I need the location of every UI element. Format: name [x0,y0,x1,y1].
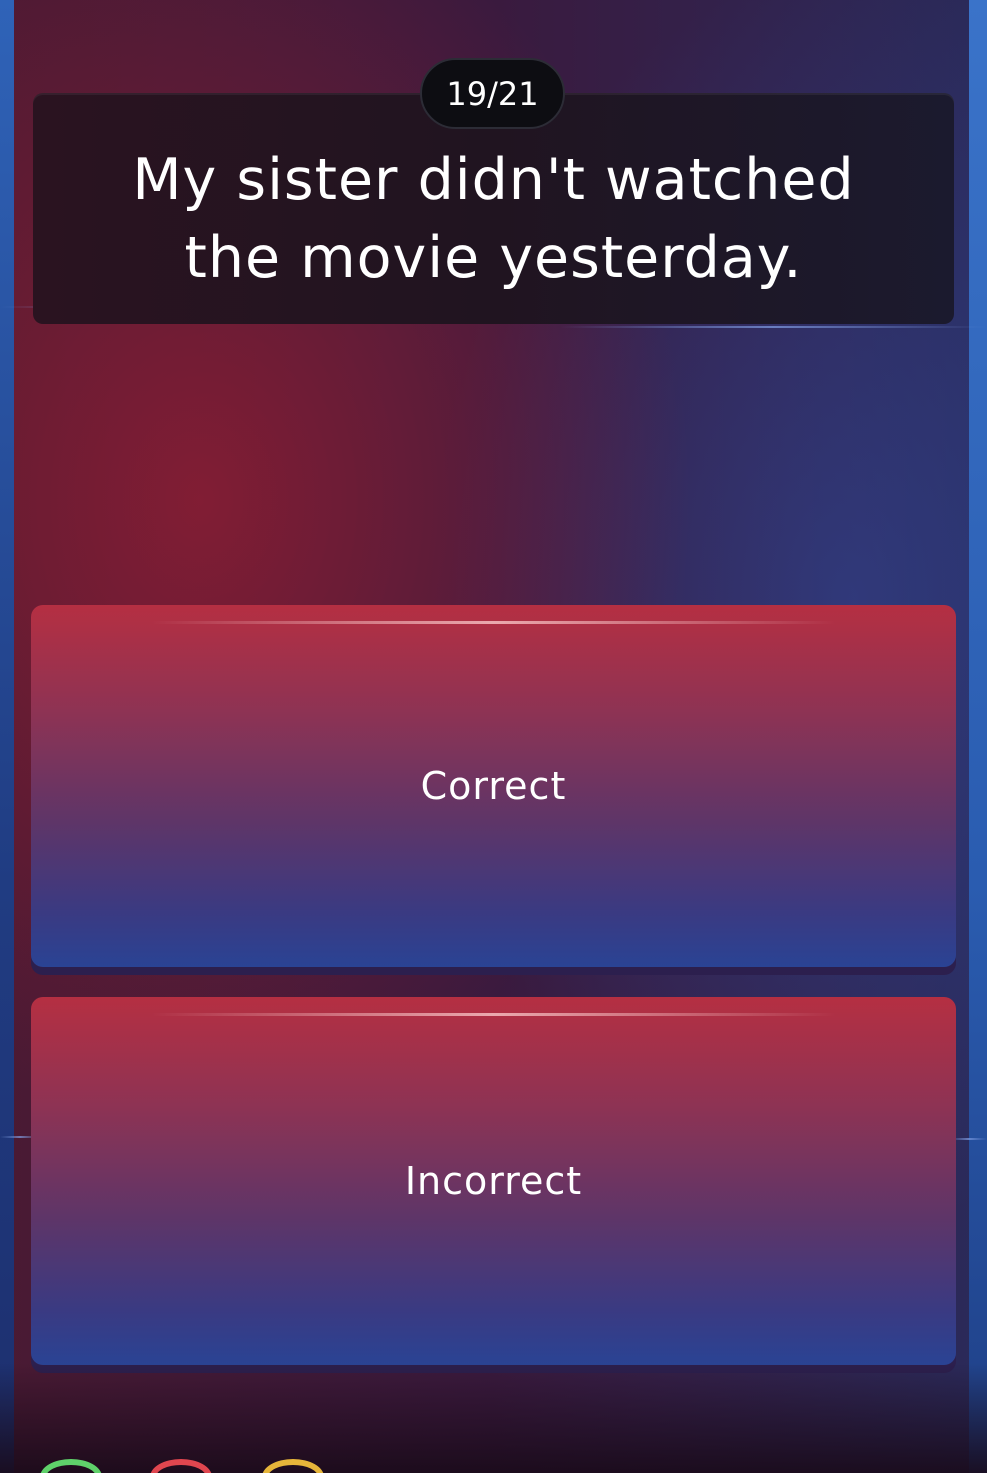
progress-indicator-red [150,1459,212,1473]
quiz-screen: My sister didn't watched the movie yeste… [0,0,987,1473]
answer-label: Incorrect [404,1159,583,1203]
question-counter: 19/21 [420,58,565,129]
progress-indicator-yellow [262,1459,324,1473]
button-gloss [151,1013,836,1016]
answer-button-correct[interactable]: Correct [31,605,956,967]
answer-label: Correct [420,764,567,808]
left-edge-glow [0,0,14,1473]
right-edge-glow [969,0,987,1473]
progress-indicators [0,1453,987,1473]
background-light-streak [560,326,987,328]
button-gloss [151,621,836,624]
progress-indicator-green [40,1459,102,1473]
answer-button-incorrect[interactable]: Incorrect [31,997,956,1365]
question-text: My sister didn't watched the movie yeste… [132,146,855,291]
